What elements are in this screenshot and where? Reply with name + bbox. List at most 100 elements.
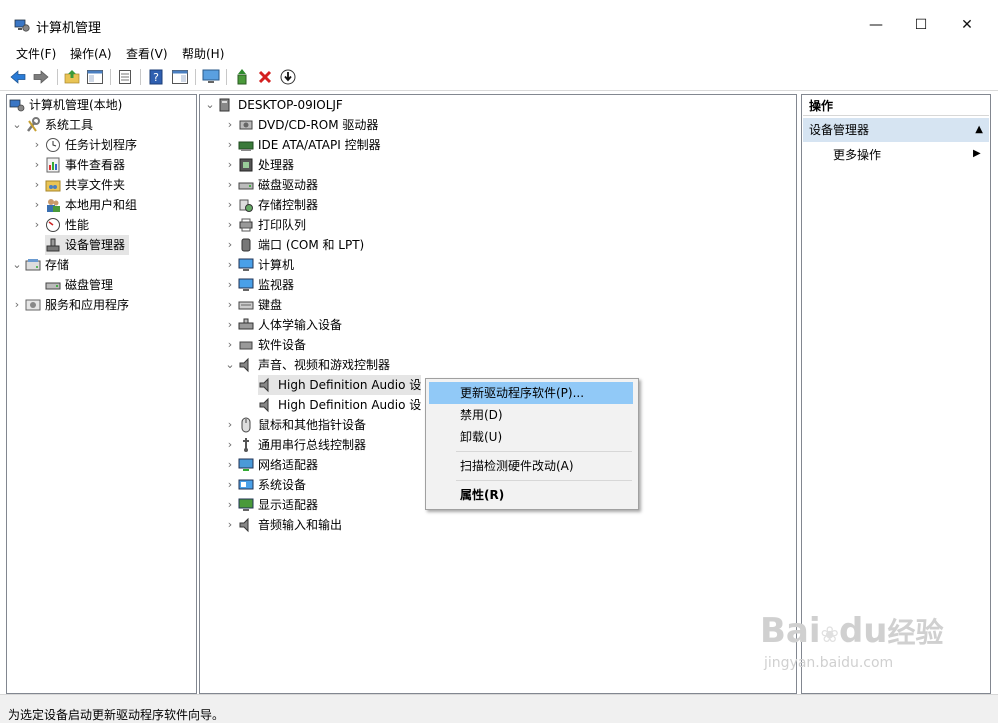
device-hd-audio[interactable]: High Definition Audio 设 [258, 375, 422, 395]
device-category-storage-controller[interactable]: › 存储控制器 [222, 195, 318, 215]
device-category-monitor[interactable]: › 监视器 [222, 275, 294, 295]
collapse-triangle-icon[interactable]: ▲ [975, 118, 983, 142]
device-category-network-adapter[interactable]: › 网络适配器 [222, 455, 318, 475]
chevron-right-icon[interactable]: › [222, 155, 238, 175]
chevron-right-icon[interactable]: › [222, 295, 238, 315]
device-category-usb-controller[interactable]: › 通用串行总线控制器 [222, 435, 366, 455]
tree-item-task-scheduler[interactable]: › 任务计划程序 [29, 135, 137, 155]
menu-help[interactable]: 帮助(H) [181, 44, 225, 64]
disk-drive-icon [238, 177, 254, 193]
up-folder-icon[interactable] [63, 68, 81, 86]
device-category-sound-video-game[interactable]: ⌄ 声音、视频和游戏控制器 [222, 355, 390, 375]
chevron-right-icon[interactable]: › [222, 135, 238, 155]
chevron-right-icon[interactable]: › [222, 415, 238, 435]
chevron-right-icon[interactable]: › [29, 195, 45, 215]
device-category-disk-drive[interactable]: › 磁盘驱动器 [222, 175, 318, 195]
menu-item-label: 属性(R) [460, 488, 505, 502]
keyboard-icon [238, 297, 254, 313]
chevron-right-icon[interactable]: › [29, 135, 45, 155]
chevron-right-icon[interactable]: › [222, 235, 238, 255]
mouse-icon [238, 417, 254, 433]
title-bar[interactable]: 计算机管理 — ☐ ✕ [0, 0, 998, 44]
menu-properties[interactable]: 属性(R) [429, 484, 633, 506]
tree-item-storage[interactable]: ⌄ 存储 [9, 255, 69, 275]
device-category-display-adapter[interactable]: › 显示适配器 [222, 495, 318, 515]
device-category-dvd-drive[interactable]: › DVD/CD-ROM 驱动器 [222, 115, 379, 135]
tree-item-root[interactable]: 计算机管理(本地) [9, 95, 122, 115]
chevron-right-icon[interactable]: › [222, 195, 238, 215]
device-category-ports[interactable]: › 端口 (COM 和 LPT) [222, 235, 364, 255]
chevron-right-icon[interactable]: › [222, 275, 238, 295]
chevron-right-icon[interactable]: › [222, 475, 238, 495]
chevron-right-icon[interactable]: › [222, 175, 238, 195]
back-arrow-icon[interactable] [9, 68, 27, 86]
chevron-down-icon[interactable]: ⌄ [9, 255, 25, 275]
properties-icon[interactable] [116, 68, 134, 86]
tree-label: High Definition Audio 设 [278, 378, 422, 392]
minimize-button[interactable]: — [853, 10, 899, 40]
device-category-computer[interactable]: › 计算机 [222, 255, 294, 275]
submenu-arrow-icon: ▶ [973, 148, 981, 159]
menu-update-driver[interactable]: 更新驱动程序软件(P)... [429, 382, 633, 404]
chevron-down-icon[interactable]: ⌄ [9, 115, 25, 135]
chevron-right-icon[interactable]: › [222, 115, 238, 135]
device-category-processor[interactable]: › 处理器 [222, 155, 294, 175]
chevron-right-icon[interactable]: › [9, 295, 25, 315]
chevron-right-icon[interactable]: › [29, 215, 45, 235]
menu-uninstall[interactable]: 卸载(U) [429, 426, 633, 448]
performance-gauge-icon [45, 217, 61, 233]
software-device-icon [238, 337, 254, 353]
device-root[interactable]: ⌄ DESKTOP-09IOLJF [202, 95, 342, 115]
tree-item-disk-management[interactable]: 磁盘管理 [45, 275, 113, 295]
device-category-mouse[interactable]: › 鼠标和其他指针设备 [222, 415, 366, 435]
device-category-hid[interactable]: › 人体学输入设备 [222, 315, 342, 335]
actions-section-device-manager[interactable]: 设备管理器 ▲ [803, 118, 989, 142]
tree-item-shared-folders[interactable]: › 共享文件夹 [29, 175, 125, 195]
show-action-pane-icon[interactable] [171, 68, 189, 86]
device-category-keyboard[interactable]: › 键盘 [222, 295, 282, 315]
tree-item-services-apps[interactable]: › 服务和应用程序 [9, 295, 129, 315]
chevron-right-icon[interactable]: › [29, 155, 45, 175]
chevron-right-icon[interactable]: › [222, 435, 238, 455]
tree-item-event-viewer[interactable]: › 事件查看器 [29, 155, 125, 175]
device-category-print-queue[interactable]: › 打印队列 [222, 215, 306, 235]
device-hd-audio[interactable]: High Definition Audio 设 [258, 395, 421, 415]
chevron-right-icon[interactable]: › [222, 315, 238, 335]
chevron-right-icon[interactable]: › [29, 175, 45, 195]
chevron-right-icon[interactable]: › [222, 255, 238, 275]
menu-view[interactable]: 查看(V) [125, 44, 169, 64]
show-tree-icon[interactable] [86, 68, 104, 86]
device-category-audio-io[interactable]: › 音频输入和输出 [222, 515, 342, 535]
help-icon[interactable]: ? [147, 68, 165, 86]
device-category-system-device[interactable]: › 系统设备 [222, 475, 306, 495]
chevron-right-icon[interactable]: › [222, 495, 238, 515]
menu-action[interactable]: 操作(A) [69, 44, 113, 64]
chevron-right-icon[interactable]: › [222, 335, 238, 355]
menu-disable[interactable]: 禁用(D) [429, 404, 633, 426]
menu-file[interactable]: 文件(F) [15, 44, 57, 64]
tree-item-performance[interactable]: › 性能 [29, 215, 89, 235]
device-manager-icon [45, 237, 61, 253]
maximize-button[interactable]: ☐ [898, 10, 944, 40]
close-button[interactable]: ✕ [944, 10, 990, 40]
tree-item-device-manager[interactable]: 设备管理器 [45, 235, 130, 255]
update-driver-icon[interactable] [233, 68, 251, 86]
menu-item-label: 扫描检测硬件改动(A) [460, 459, 574, 473]
device-category-software-device[interactable]: › 软件设备 [222, 335, 306, 355]
menu-scan-hardware[interactable]: 扫描检测硬件改动(A) [429, 455, 633, 477]
tree-item-local-users[interactable]: › 本地用户和组 [29, 195, 137, 215]
chevron-down-icon[interactable]: ⌄ [222, 355, 238, 375]
toolbar-separator [110, 69, 111, 85]
chevron-right-icon[interactable]: › [222, 455, 238, 475]
download-arrow-icon[interactable] [279, 68, 297, 86]
device-category-ide-controller[interactable]: › IDE ATA/ATAPI 控制器 [222, 135, 381, 155]
chevron-right-icon[interactable]: › [222, 515, 238, 535]
more-actions-item[interactable]: 更多操作 [833, 146, 881, 164]
forward-arrow-icon[interactable] [32, 68, 50, 86]
uninstall-x-icon[interactable] [256, 68, 274, 86]
chevron-down-icon[interactable]: ⌄ [202, 95, 218, 115]
tree-label: 服务和应用程序 [45, 298, 130, 312]
monitor-icon[interactable] [202, 68, 220, 86]
chevron-right-icon[interactable]: › [222, 215, 238, 235]
tree-item-system-tools[interactable]: ⌄ 系统工具 [9, 115, 93, 135]
